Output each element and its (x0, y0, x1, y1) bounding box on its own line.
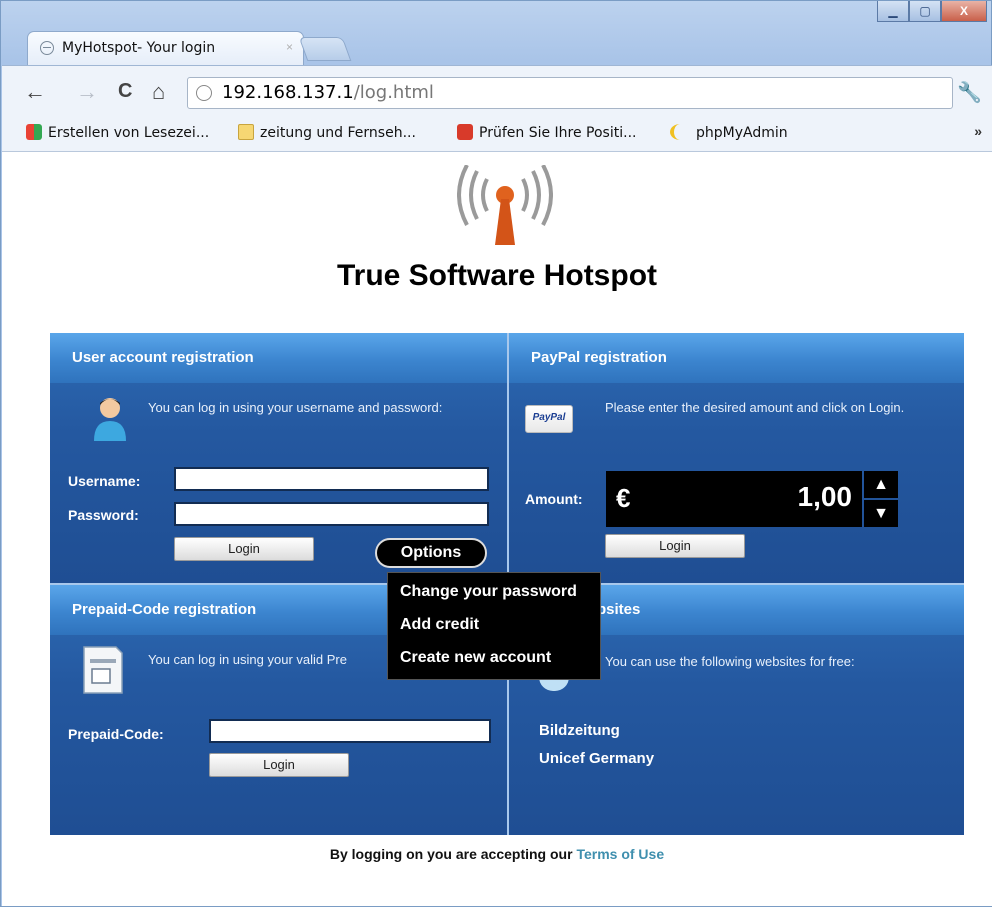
forward-arrow-icon[interactable]: → (76, 79, 98, 105)
amount-label: Amount: (525, 491, 583, 507)
options-menu: Change your password Add credit Create n… (387, 572, 601, 680)
prepaid-code-input[interactable] (209, 719, 491, 743)
prepaid-description: You can log in using your valid Pre (148, 652, 347, 667)
bookmark-item[interactable]: zeitung und Fernseh... (238, 124, 416, 141)
panel-header: PayPal registration (509, 333, 964, 383)
password-label: Password: (68, 507, 139, 523)
prepaid-login-button[interactable]: Login (209, 753, 349, 777)
chart-icon (457, 124, 473, 140)
window-controls: ▁ ▢ X (877, 1, 987, 22)
registration-panels: User account registration You can log in… (50, 333, 964, 835)
url-path: /log.html (353, 82, 434, 103)
menu-item-create-account[interactable]: Create new account (400, 649, 551, 667)
prepaid-card-icon (83, 646, 123, 694)
bookmark-item[interactable]: Erstellen von Lesezei... (26, 124, 209, 141)
paypal-description: Please enter the desired amount and clic… (605, 400, 905, 415)
close-window-button[interactable]: X (941, 1, 987, 22)
bookmark-label: Prüfen Sie Ihre Positi... (479, 125, 637, 141)
panel-header: User account registration (50, 333, 507, 383)
amount-value: 1,00 (797, 481, 853, 512)
bookmark-item[interactable]: Prüfen Sie Ihre Positi... (457, 124, 636, 141)
free-websites-description: You can use the following websites for f… (605, 654, 855, 669)
paypal-logo-icon: PayPal (525, 405, 573, 433)
free-website-link[interactable]: Unicef Germany (539, 750, 654, 767)
terms-of-use-link[interactable]: Terms of Use (576, 846, 664, 862)
amount-input[interactable]: € 1,00 (606, 471, 862, 527)
footer-text: By logging on you are accepting our (329, 846, 573, 862)
page-title: True Software Hotspot (336, 259, 658, 292)
menu-item-add-credit[interactable]: Add credit (400, 616, 479, 634)
page-content: True Software Hotspot User account regis… (2, 152, 992, 906)
user-avatar-icon (94, 398, 126, 441)
panel-title: PayPal registration (531, 349, 667, 366)
new-tab-button[interactable] (298, 37, 352, 61)
hotspot-antenna-logo-icon (457, 165, 553, 245)
url-text: 192.168.137.1/log.html (222, 82, 434, 103)
bookmark-label: Erstellen von Lesezei... (48, 125, 210, 141)
panel-title: bsites (597, 601, 641, 618)
prepaid-code-label: Prepaid-Code: (68, 726, 164, 742)
minimize-button[interactable]: ▁ (877, 1, 909, 22)
home-icon[interactable]: ⌂ (152, 79, 165, 105)
url-host: 192.168.137.1 (222, 82, 354, 103)
bookmark-label: zeitung und Fernseh... (260, 125, 416, 141)
address-bar[interactable]: 192.168.137.1/log.html (187, 77, 953, 109)
panel-title: Prepaid-Code registration (72, 601, 257, 618)
tab-close-icon[interactable]: × (286, 40, 293, 54)
username-input[interactable] (174, 467, 489, 491)
bookmark-label: phpMyAdmin (696, 125, 788, 141)
user-login-button[interactable]: Login (174, 537, 314, 561)
google-apps-icon (26, 124, 42, 140)
decrement-arrow-icon[interactable]: ▼ (864, 500, 898, 527)
user-panel-description: You can log in using your username and p… (148, 400, 443, 415)
menu-item-change-password[interactable]: Change your password (400, 583, 577, 601)
password-input[interactable] (174, 502, 489, 526)
terms-notice: By logging on you are accepting our Term… (2, 846, 992, 862)
panel-title: User account registration (72, 349, 254, 366)
tab-title: MyHotspot- Your login (62, 40, 216, 56)
globe-icon (40, 41, 54, 55)
bookmarks-bar: Erstellen von Lesezei... zeitung und Fer… (2, 117, 992, 152)
reload-icon[interactable]: C (118, 80, 132, 103)
browser-tab[interactable]: MyHotspot- Your login × (27, 31, 304, 65)
globe-icon (196, 85, 212, 101)
options-button[interactable]: Options (375, 538, 487, 568)
paypal-login-button[interactable]: Login (605, 534, 745, 558)
bookmark-item[interactable]: phpMyAdmin (670, 124, 788, 141)
paypal-panel: PayPal registration PayPal Please enter … (509, 333, 964, 583)
username-label: Username: (68, 473, 141, 489)
folder-icon (238, 124, 254, 140)
maximize-button[interactable]: ▢ (909, 1, 941, 22)
currency-symbol: € (616, 483, 631, 513)
increment-arrow-icon[interactable]: ▲ (864, 471, 898, 498)
more-bookmarks-icon[interactable]: » (974, 123, 982, 139)
free-website-link[interactable]: Bildzeitung (539, 722, 620, 739)
wrench-icon[interactable]: 🔧 (957, 80, 982, 105)
amount-stepper: ▲ ▼ (864, 471, 898, 527)
back-arrow-icon[interactable]: ← (24, 79, 46, 105)
browser-window: ▁ ▢ X MyHotspot- Your login × ← → C ⌂ 19… (0, 0, 992, 907)
browser-toolbar: ← → C ⌂ 192.168.137.1/log.html 🔧 (2, 65, 992, 118)
phpmyadmin-icon (670, 124, 690, 140)
